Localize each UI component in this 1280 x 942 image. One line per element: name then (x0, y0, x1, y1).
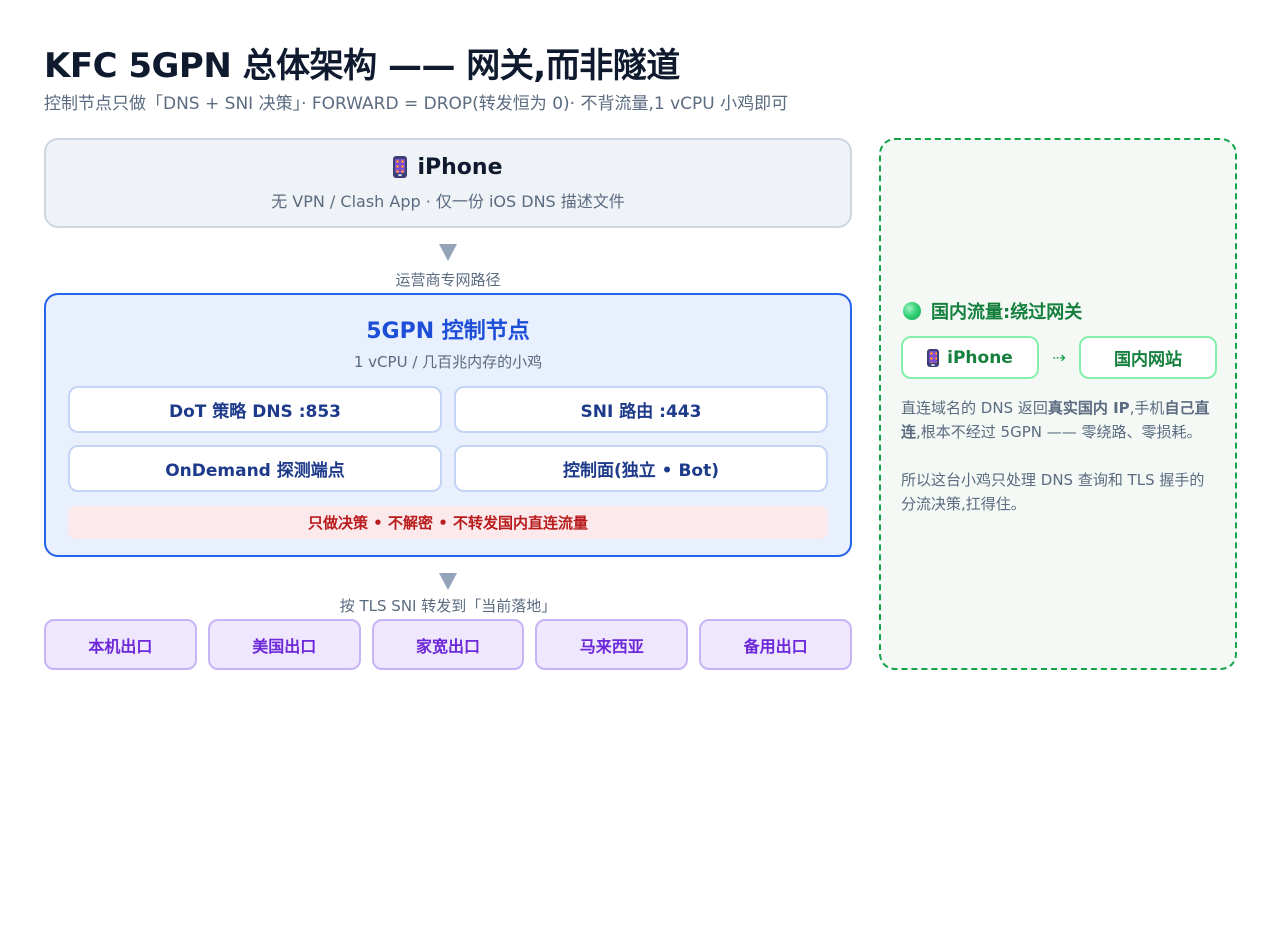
dashed-arrow-right-icon: ⇢ (1052, 348, 1066, 367)
control-node-components: DoT 策略 DNS :853 SNI 路由 :443 OnDemand 探测端… (68, 386, 828, 492)
control-node-note: 只做决策 • 不解密 • 不转发国内直连流量 (68, 506, 828, 539)
domestic-from-node: iPhone (901, 336, 1039, 379)
phone-icon (393, 156, 408, 178)
domestic-explanation: 直连域名的 DNS 返回真实国内 IP,手机自己直连,根本不经过 5GPN ——… (901, 396, 1217, 444)
edge-sni-label: 按 TLS SNI 转发到「当前落地」 (339, 597, 557, 615)
domestic-heading-text: 国内流量:绕过网关 (931, 302, 1083, 323)
edge-carrier-label: 运营商专网路径 (395, 271, 501, 289)
arrow-down-icon (439, 573, 457, 590)
explanation-text: 直连域名的 DNS 返回 (901, 399, 1048, 417)
arrow-down-icon (439, 244, 457, 261)
edge-carrier-path: 运营商专网路径 (44, 244, 852, 290)
domestic-to-node: 国内网站 (1079, 336, 1217, 379)
exit-us: 美国出口 (207, 619, 361, 670)
explanation-text: ,根本不经过 5GPN —— 零绕路、零损耗。 (916, 423, 1202, 441)
page-title: KFC 5GPN 总体架构 —— 网关,而非隧道 (44, 46, 680, 86)
exit-malaysia: 马来西亚 (535, 619, 689, 670)
exit-home-broadband: 家宽出口 (371, 619, 525, 670)
control-node-title: 5GPN 控制节点 (366, 319, 530, 344)
exit-local: 本机出口 (44, 619, 197, 670)
iphone-node-subtitle: 无 VPN / Clash App · 仅一份 iOS DNS 描述文件 (271, 191, 625, 211)
edge-sni-forward: 按 TLS SNI 转发到「当前落地」 (44, 573, 852, 616)
domestic-conclusion: 所以这台小鸡只处理 DNS 查询和 TLS 握手的分流决策,扛得住。 (901, 471, 1205, 513)
exit-nodes: 本机出口 美国出口 家宽出口 马来西亚 备用出口 (44, 619, 852, 670)
exit-backup: 备用出口 (699, 619, 852, 670)
control-node-subtitle: 1 vCPU / 几百兆内存的小鸡 (353, 353, 543, 371)
domestic-flow: iPhone ⇢ 国内网站 (901, 336, 1217, 379)
phone-icon (927, 348, 940, 367)
control-node: 5GPN 控制节点 1 vCPU / 几百兆内存的小鸡 DoT 策略 DNS :… (44, 293, 852, 557)
domestic-from-label: iPhone (947, 347, 1013, 368)
green-circle-icon (903, 302, 921, 320)
control-plane-cell: 控制面(独立 • Bot) (454, 445, 828, 492)
iphone-node: iPhone 无 VPN / Clash App · 仅一份 iOS DNS 描… (44, 138, 852, 228)
architecture-flow: iPhone 无 VPN / Clash App · 仅一份 iOS DNS 描… (44, 138, 852, 670)
page-subtitle: 控制节点只做「DNS + SNI 决策」· FORWARD = DROP(转发恒… (44, 94, 789, 114)
sni-router-cell: SNI 路由 :443 (454, 386, 828, 433)
domestic-traffic-panel: 国内流量:绕过网关 iPhone ⇢ 国内网站 直连域名的 DNS 返回真实国内… (879, 138, 1237, 670)
ondemand-probe-cell: OnDemand 探测端点 (68, 445, 442, 492)
dot-dns-cell: DoT 策略 DNS :853 (68, 386, 442, 433)
domestic-heading: 国内流量:绕过网关 (903, 298, 1082, 324)
explanation-emphasis: 真实国内 IP (1047, 399, 1130, 417)
iphone-node-title: iPhone (417, 154, 503, 180)
explanation-text: ,手机 (1129, 399, 1165, 417)
